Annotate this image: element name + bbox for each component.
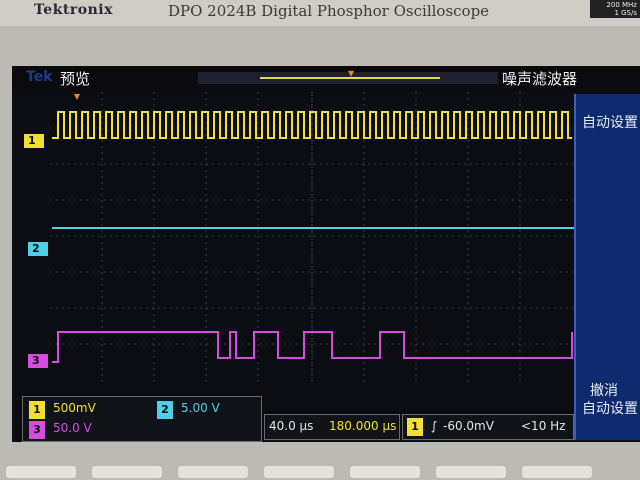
cancel-autoset-button[interactable]: 自动设置 [582, 400, 640, 418]
ch3-scale: 50.0 V [53, 421, 92, 435]
ch1-scale-badge[interactable]: 1 [29, 401, 45, 419]
waveform-graticule [50, 92, 574, 382]
time-per-div: 40.0 μs [269, 419, 314, 433]
ch3-marker[interactable]: 3 [28, 354, 48, 368]
spec-bandwidth: 200 MHz [606, 1, 637, 9]
model-name: DPO 2024B Digital Phosphor Oscilloscope [168, 2, 490, 20]
brand-name: Tektronix [34, 2, 113, 18]
ch2-marker[interactable]: 2 [28, 242, 48, 256]
autoset-button[interactable]: 自动设置 [582, 114, 640, 132]
channel-scale-panel: 1 500mV 2 5.00 V 3 50.0 V [22, 396, 262, 442]
timebase-panel: 40.0 μs 180.000 μs [264, 414, 400, 440]
side-menu: 自动设置 撤消 自动设置 [574, 94, 640, 440]
status-row: 1 500mV 2 5.00 V 3 50.0 V 40.0 μs 180.00… [22, 396, 574, 442]
ch1-marker[interactable]: 1 [24, 134, 44, 148]
bezel-button-5[interactable] [350, 466, 420, 478]
ch2-scale-badge[interactable]: 2 [157, 401, 173, 419]
bezel-buttons [0, 462, 640, 480]
noise-filter-label: 噪声滤波器 [502, 70, 578, 88]
scope-screen: Tek 预览 ▾ 噪声滤波器 1 2 3 自动设置 撤消 自动设置 1 500m… [12, 66, 640, 442]
oscilloscope-bezel: Tektronix DPO 2024B Digital Phosphor Osc… [0, 0, 640, 480]
ch1-scale: 500mV [53, 401, 96, 415]
brand-strip: Tektronix DPO 2024B Digital Phosphor Osc… [0, 0, 640, 26]
spec-samplerate: 1 GS/s [614, 9, 637, 17]
trigger-frequency: <10 Hz [521, 419, 566, 433]
spec-badge: 200 MHz 1 GS/s [590, 0, 640, 18]
bezel-button-7[interactable] [522, 466, 592, 478]
bezel-button-4[interactable] [264, 466, 334, 478]
bezel-button-3[interactable] [178, 466, 248, 478]
bezel-button-1[interactable] [6, 466, 76, 478]
top-status-bar: Tek 预览 ▾ 噪声滤波器 [12, 66, 640, 90]
cancel-button[interactable]: 撤消 [590, 382, 640, 400]
trigger-position-icon: ▾ [348, 66, 355, 80]
ch3-scale-badge[interactable]: 3 [29, 421, 45, 439]
acquisition-mode: 预览 [60, 70, 91, 88]
trigger-source-badge[interactable]: 1 [407, 418, 423, 436]
record-timeline: ▾ [198, 66, 498, 84]
bezel-button-6[interactable] [436, 466, 506, 478]
bezel-button-2[interactable] [92, 466, 162, 478]
horizontal-position: 180.000 μs [329, 419, 397, 433]
tek-logo: Tek [26, 69, 53, 85]
ch2-scale: 5.00 V [181, 401, 220, 415]
trigger-slope-icon: ∫ [431, 419, 438, 433]
trigger-level: -60.0mV [443, 419, 494, 433]
trigger-panel: 1 ∫ -60.0mV <10 Hz [402, 414, 574, 440]
